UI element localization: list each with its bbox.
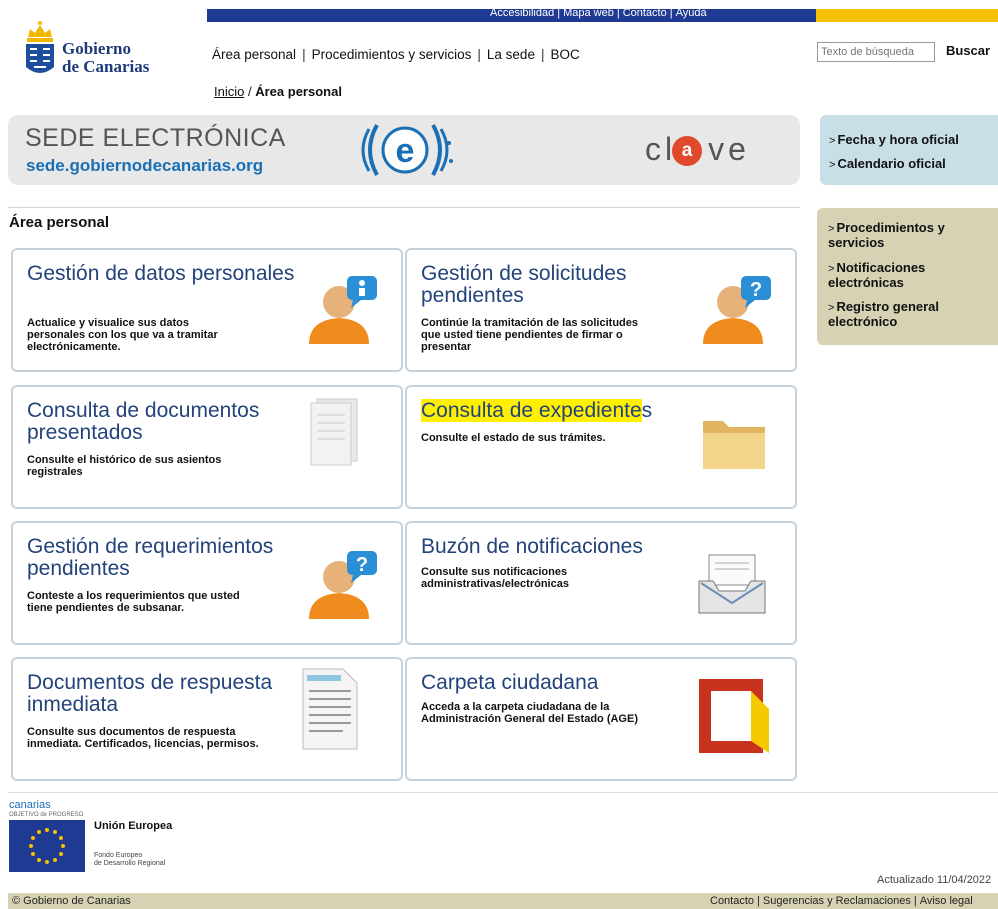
card-description: Consulte sus documentos de respuesta inm… <box>27 726 259 750</box>
card-description: Consulte el estado de sus trámites. <box>421 432 606 444</box>
card-buzon-notificaciones[interactable]: Buzón de notificaciones Consulte sus not… <box>405 521 797 645</box>
e-administration-icon: e <box>361 124 453 176</box>
nav-procedimientos[interactable]: Procedimientos y servicios <box>312 47 472 62</box>
breadcrumb-separator: / <box>247 84 252 99</box>
link-fecha-hora-oficial[interactable]: > Fecha y hora oficial <box>829 133 959 148</box>
card-description: Acceda a la carpeta ciudadana de la Admi… <box>421 701 638 725</box>
card-description: Conteste a los requerimientos que usted … <box>27 590 240 614</box>
search-button[interactable]: Buscar <box>946 43 990 58</box>
folder-icon <box>703 421 765 469</box>
document-text-icon <box>302 668 358 750</box>
footer-link-sugerencias[interactable]: Sugerencias y Reclamaciones <box>763 895 911 907</box>
card-consulta-expedientes[interactable]: Consulta de expedientes Consulte el esta… <box>405 385 797 509</box>
breadcrumb-home[interactable]: Inicio <box>214 84 244 99</box>
inbox-tray-icon <box>698 554 766 614</box>
card-title: Gestión de solicitudes pendientes <box>421 262 627 307</box>
card-documentos-respuesta[interactable]: Documentos de respuesta inmediata Consul… <box>11 657 403 781</box>
gobierno-canarias-logo-text[interactable]: Gobierno de Canarias <box>62 40 149 76</box>
user-question-icon: ? <box>703 276 771 344</box>
top-accent-bar <box>816 9 998 22</box>
card-title: Consulta de documentos presentados <box>27 399 260 444</box>
main-navigation: Área personal | Procedimientos y servicios… <box>212 47 580 62</box>
carpeta-ciudadana-logo <box>699 679 769 753</box>
card-description: Consulte el histórico de sus asientos re… <box>27 454 222 478</box>
banner-title: SEDE ELECTRÓNICA <box>25 124 286 152</box>
copyright: © Gobierno de Canarias <box>12 895 131 907</box>
nav-boc[interactable]: BOC <box>550 47 579 62</box>
user-question-icon: ? <box>309 551 377 619</box>
link-accesibilidad[interactable]: Accesibilidad <box>490 7 554 19</box>
link-contacto[interactable]: Contacto <box>623 7 667 19</box>
svg-text:?: ? <box>356 554 368 576</box>
card-description: Continúe la tramitación de las solicitud… <box>421 317 638 353</box>
footer-link-contacto[interactable]: Contacto <box>710 895 754 907</box>
card-consulta-documentos[interactable]: Consulta de documentos presentados Consu… <box>11 385 403 509</box>
section-title: Área personal <box>9 214 110 231</box>
breadcrumb: Inicio / Área personal <box>214 84 342 99</box>
link-ayuda[interactable]: Ayuda <box>676 7 707 19</box>
chevron-right-icon: > <box>828 263 835 275</box>
chevron-right-icon: > <box>829 135 836 147</box>
official-info-box <box>820 115 998 185</box>
link-notificaciones-electronicas[interactable]: > Notificaciones electrónicas <box>828 261 988 289</box>
chevron-right-icon: > <box>828 223 835 235</box>
user-info-icon <box>309 276 377 344</box>
link-procedimientos-servicios[interactable]: > Procedimientos y servicios <box>828 221 988 249</box>
card-title: Carpeta ciudadana <box>421 671 599 694</box>
footer-links: Contacto | Sugerencias y Reclamaciones | Avi… <box>710 895 973 907</box>
chevron-right-icon: > <box>829 159 836 171</box>
card-title: Gestión de datos personales <box>27 262 295 285</box>
e-letter: e <box>396 132 415 170</box>
link-mapa-web[interactable]: Mapa web <box>563 7 614 19</box>
eu-flag-icon <box>9 820 85 872</box>
utility-links: Accesibilidad | Mapa web | Contacto | Ayuda <box>490 7 707 19</box>
nav-area-personal[interactable]: Área personal <box>212 47 296 62</box>
documents-icon <box>310 398 358 466</box>
svg-text:?: ? <box>750 279 762 301</box>
card-gestion-requerimientos[interactable]: Gestión de requerimientos pendientes Con… <box>11 521 403 645</box>
card-gestion-solicitudes[interactable]: Gestión de solicitudes pendientes Contin… <box>405 248 797 372</box>
nav-la-sede[interactable]: La sede <box>487 47 535 62</box>
card-title: Gestión de requerimientos pendientes <box>27 535 274 580</box>
card-title: Documentos de respuesta inmediata <box>27 671 273 716</box>
link-calendario-oficial[interactable]: > Calendario oficial <box>829 157 946 172</box>
footer-divider <box>8 792 998 793</box>
link-registro-general[interactable]: > Registro general electrónico <box>828 300 988 328</box>
card-gestion-datos-personales[interactable]: Gestión de datos personales Actualice y … <box>11 248 403 372</box>
canarias-logo-text: canarias OBJETIVO de PROGRESO <box>9 799 84 819</box>
last-updated: Actualizado 11/04/2022 <box>877 874 992 886</box>
chevron-right-icon: > <box>828 302 835 314</box>
card-title: Consulta de expedientes <box>421 399 653 422</box>
breadcrumb-current: Área personal <box>255 84 342 99</box>
search-input[interactable] <box>817 42 935 62</box>
footer-link-aviso-legal[interactable]: Aviso legal <box>920 895 973 907</box>
feder-label: Fondo Europeo de Desarrollo Regional <box>94 852 166 867</box>
card-description: Consulte sus notificaciones administrati… <box>421 566 569 590</box>
clave-at-icon: a <box>672 136 702 166</box>
card-description: Actualice y visualice sus datos personal… <box>27 317 218 353</box>
eu-label: Unión Europea <box>94 820 173 832</box>
banner-url: sede.gobiernodecanarias.org <box>26 156 264 175</box>
card-title: Buzón de notificaciones <box>421 535 643 558</box>
section-divider <box>8 207 800 208</box>
card-carpeta-ciudadana[interactable]: Carpeta ciudadana Acceda a la carpeta ci… <box>405 657 797 781</box>
gobierno-canarias-crest-icon[interactable] <box>22 17 58 81</box>
